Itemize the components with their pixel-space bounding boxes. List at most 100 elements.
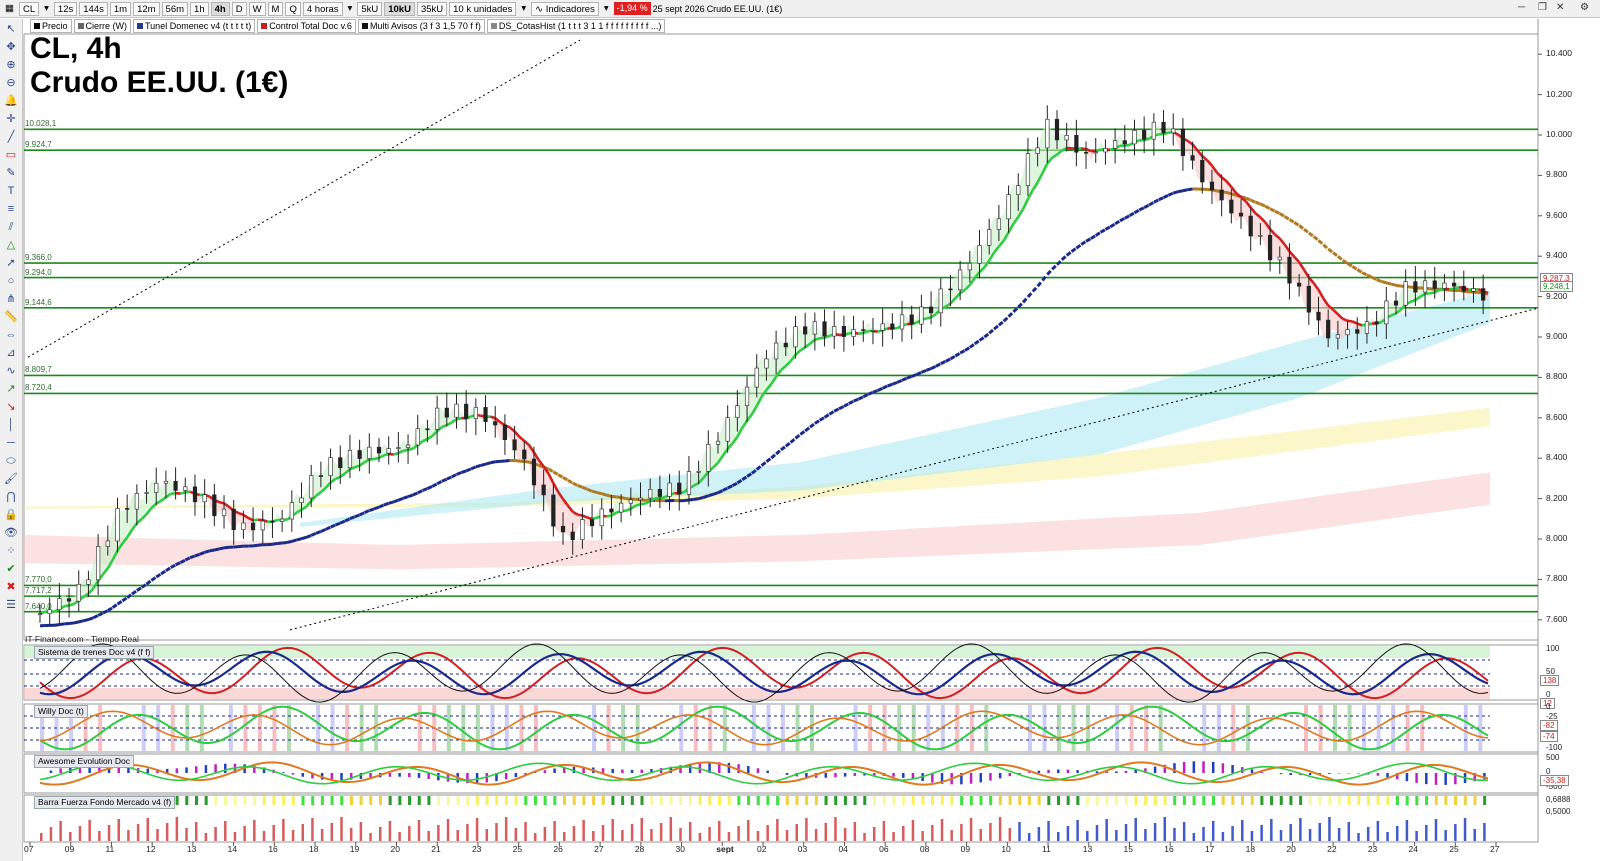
awesome-histogram-bar — [1192, 761, 1196, 773]
support-level-label: 9.924,7 — [25, 140, 52, 150]
force-histogram-bar — [621, 830, 624, 841]
force-histogram-bar — [272, 825, 275, 841]
force-state-cell — [717, 796, 721, 805]
candle-body — [1422, 280, 1428, 293]
candle-body — [1364, 321, 1370, 334]
candle-body — [522, 449, 527, 460]
price-chart[interactable] — [0, 0, 1600, 861]
date-tick-label: 08 — [919, 844, 930, 854]
pane-title-awesome[interactable]: Awesome Evolution Doc — [34, 755, 134, 768]
candle-body — [638, 497, 643, 501]
force-state-cell — [1231, 796, 1235, 805]
force-histogram-bar — [330, 823, 334, 841]
force-state-cell — [1337, 796, 1341, 805]
force-state-cell — [747, 796, 751, 805]
candle-body — [1393, 300, 1399, 306]
fast-average-segment — [441, 423, 448, 429]
pane-title-trenes[interactable]: Sistema de trenes Doc v4 (f f) — [34, 646, 155, 659]
candle-body — [899, 314, 905, 330]
force-state-cell — [795, 796, 799, 805]
force-state-cell — [950, 796, 954, 805]
candle-body — [560, 525, 566, 533]
candle-body — [870, 329, 876, 332]
force-state-cell — [1037, 796, 1041, 805]
force-state-cell — [1357, 796, 1361, 805]
force-histogram-bar — [1076, 820, 1079, 841]
force-state-cell — [814, 796, 818, 805]
force-histogram-bar — [1221, 832, 1225, 841]
slow-average-segment — [930, 364, 937, 370]
force-state-cell — [698, 796, 702, 805]
force-histogram-bar — [814, 829, 818, 841]
force-state-cell — [1144, 796, 1148, 805]
slow-average-segment — [73, 620, 80, 625]
indicator-tick-label: 100 — [1546, 644, 1560, 653]
candle-body — [483, 407, 488, 422]
date-tick-label: 16 — [268, 844, 278, 854]
force-state-cell — [805, 796, 809, 805]
willy-state-column — [1100, 705, 1105, 751]
candle-body — [928, 306, 934, 314]
force-histogram-bar — [1153, 823, 1157, 841]
slow-average-segment — [727, 484, 734, 490]
force-state-cell — [388, 796, 392, 805]
force-state-cell — [1182, 796, 1186, 805]
force-state-cell — [650, 796, 654, 805]
force-histogram-bar — [1086, 831, 1089, 841]
candle-body — [832, 326, 837, 337]
force-state-cell — [1047, 796, 1051, 805]
price-tick-label: 8.000 — [1546, 533, 1568, 543]
force-histogram-bar — [592, 831, 595, 841]
force-histogram-bar — [233, 832, 237, 841]
candle-body — [715, 440, 721, 445]
force-histogram-bar — [1454, 824, 1457, 841]
force-state-cell — [1095, 796, 1099, 805]
candle-body — [744, 386, 750, 407]
force-histogram-bar — [640, 818, 644, 841]
force-histogram-bar — [214, 827, 217, 841]
force-histogram-bar — [117, 819, 120, 841]
price-tick-label: 9.800 — [1546, 169, 1568, 180]
pane-title-barra[interactable]: Barra Fuerza Fondo Mercado v4 (f) — [34, 796, 176, 809]
chart-instrument-title: Crudo EE.UU. (1€) — [30, 66, 289, 99]
indicator-value-tag: 138 — [1540, 675, 1560, 686]
slow-average-segment — [218, 546, 225, 551]
force-state-cell — [1008, 796, 1012, 805]
awesome-histogram-bar — [1279, 773, 1283, 775]
fast-average-segment — [1390, 312, 1397, 317]
force-histogram-bar — [437, 825, 440, 841]
awesome-histogram-bar — [1076, 770, 1079, 773]
slow-average-segment — [707, 492, 714, 498]
awesome-histogram-bar — [1153, 766, 1157, 773]
candle-body — [1035, 147, 1040, 154]
force-histogram-bar — [417, 820, 421, 841]
fast-average-segment — [393, 451, 399, 456]
price-tick-label: 7.800 — [1546, 573, 1568, 584]
slow-average-segment — [867, 390, 874, 396]
candle-body — [1297, 282, 1302, 287]
candle-body — [357, 450, 362, 459]
slow-average-segment — [315, 530, 322, 535]
candle-body — [1171, 128, 1176, 134]
date-tick-label: 07 — [24, 844, 34, 854]
slow-average-segment — [368, 507, 375, 512]
force-histogram-bar — [243, 826, 246, 841]
awesome-histogram-bar — [49, 770, 53, 773]
force-histogram-bar — [78, 826, 82, 841]
pane-title-willy[interactable]: Willy Doc (t) — [34, 705, 88, 718]
candle-body — [1238, 212, 1244, 217]
force-state-cell — [214, 796, 218, 805]
fast-average-segment — [68, 602, 75, 607]
candle-body — [1384, 300, 1389, 325]
force-histogram-bar — [1463, 818, 1467, 841]
force-state-cell — [1415, 796, 1419, 805]
fast-average-segment — [1095, 148, 1101, 153]
force-state-cell — [456, 796, 460, 805]
force-state-cell — [1056, 796, 1060, 805]
awesome-histogram-bar — [834, 773, 837, 778]
candle-body — [725, 417, 730, 442]
awesome-histogram-bar — [1202, 761, 1205, 773]
slow-average-segment — [402, 495, 409, 500]
candle-body — [76, 584, 81, 602]
slow-average-segment — [490, 460, 496, 465]
